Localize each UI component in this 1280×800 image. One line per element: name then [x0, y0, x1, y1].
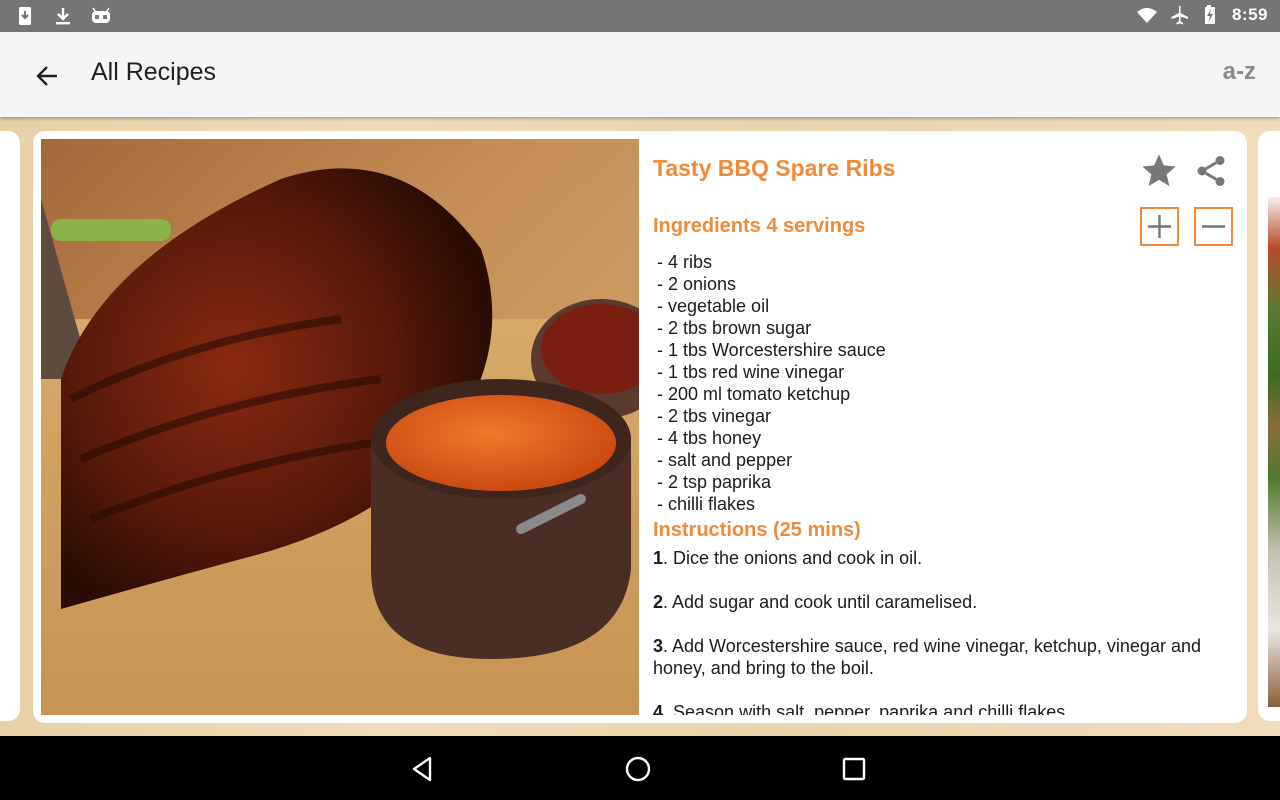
instructions-heading: Instructions (25 mins): [653, 519, 861, 541]
recipe-title: Tasty BBQ Spare Ribs: [653, 155, 896, 181]
ingredient-item: - 1 tbs red wine vinegar: [657, 362, 845, 382]
ingredient-item: - 4 ribs: [657, 252, 713, 272]
step-text: . Add sugar and cook until caramelised.: [663, 592, 978, 612]
ingredient-item: - chilli flakes: [657, 494, 756, 514]
share-button[interactable]: [1193, 153, 1229, 189]
recipe-image: [41, 139, 639, 715]
favorite-button[interactable]: [1139, 151, 1179, 191]
step-number: 1: [653, 548, 664, 568]
clock: 8:59: [1231, 5, 1268, 24]
download-complete-icon: [19, 7, 31, 25]
instruction-step: 1. Dice the onions and cook in oil.: [653, 547, 1233, 569]
ingredient-item: - 2 tbs brown sugar: [657, 318, 812, 338]
ingredient-item: - 2 tbs vinegar: [657, 406, 772, 426]
ingredient-item: - vegetable oil: [657, 296, 770, 316]
home-circle-icon: [625, 756, 651, 782]
battery-charging-icon: [1204, 5, 1215, 24]
star-icon: [1142, 154, 1176, 186]
next-recipe-card[interactable]: [1258, 131, 1280, 721]
step-number: 3: [653, 636, 664, 656]
increase-servings-button[interactable]: [1140, 207, 1179, 246]
plus-icon: [1148, 215, 1171, 238]
share-icon: [1197, 156, 1225, 186]
ingredient-item: - 200 ml tomato ketchup: [657, 384, 851, 404]
nav-recents-button[interactable]: [839, 754, 869, 784]
ingredient-item: - 2 tsp paprika: [657, 472, 772, 492]
decrease-servings-button[interactable]: [1194, 207, 1233, 246]
status-bar: 8:59: [0, 0, 1280, 32]
step-text: . Season with salt, pepper, paprika and …: [663, 702, 1071, 715]
step-number: 2: [653, 592, 664, 612]
android-debug-icon: [92, 7, 110, 23]
step-text: . Dice the onions and cook in oil.: [663, 548, 923, 568]
instructions-list[interactable]: 1. Dice the onions and cook in oil. 2. A…: [653, 547, 1233, 715]
recipe-pager[interactable]: Tasty BBQ Spare Ribs Ingredients 4 servi…: [0, 117, 1280, 736]
back-triangle-icon: [412, 756, 432, 782]
nav-home-button[interactable]: [623, 754, 653, 784]
minus-icon: [1202, 225, 1225, 228]
recents-square-icon: [842, 757, 866, 781]
system-nav-bar: [0, 736, 1280, 800]
ingredient-item: - 4 tbs honey: [657, 428, 762, 448]
download-icon: [56, 8, 70, 25]
recipe-details: Tasty BBQ Spare Ribs Ingredients 4 servi…: [653, 131, 1243, 715]
ingredient-item: - 1 tbs Worcestershire sauce: [657, 340, 886, 360]
page-title: All Recipes: [91, 58, 217, 86]
previous-recipe-card[interactable]: [0, 131, 20, 721]
ingredient-item: - salt and pepper: [657, 450, 793, 470]
ingredients-heading: Ingredients 4 servings: [653, 215, 866, 237]
recipe-card: Tasty BBQ Spare Ribs Ingredients 4 servi…: [33, 131, 1247, 723]
airplane-mode-icon: [1171, 6, 1188, 25]
instruction-step: 2. Add sugar and cook until caramelised.: [653, 591, 1233, 613]
sort-az-button[interactable]: a-z: [1223, 58, 1256, 86]
instruction-step: 4. Season with salt, pepper, paprika and…: [653, 701, 1233, 715]
instruction-step: 3. Add Worcestershire sauce, red wine vi…: [653, 635, 1233, 679]
wifi-icon: [1136, 8, 1157, 23]
back-button[interactable]: [30, 58, 66, 94]
app-bar: All Recipes a-z: [0, 32, 1280, 117]
next-recipe-image: [1268, 197, 1280, 707]
arrow-back-icon: [36, 66, 57, 86]
step-text: . Add Worcestershire sauce, red wine vin…: [653, 636, 1201, 678]
ingredients-list: - 4 ribs - 2 onions - vegetable oil - 2 …: [657, 251, 886, 515]
ingredient-item: - 2 onions: [657, 274, 737, 294]
nav-back-button[interactable]: [408, 754, 438, 784]
step-number: 4: [653, 702, 664, 715]
